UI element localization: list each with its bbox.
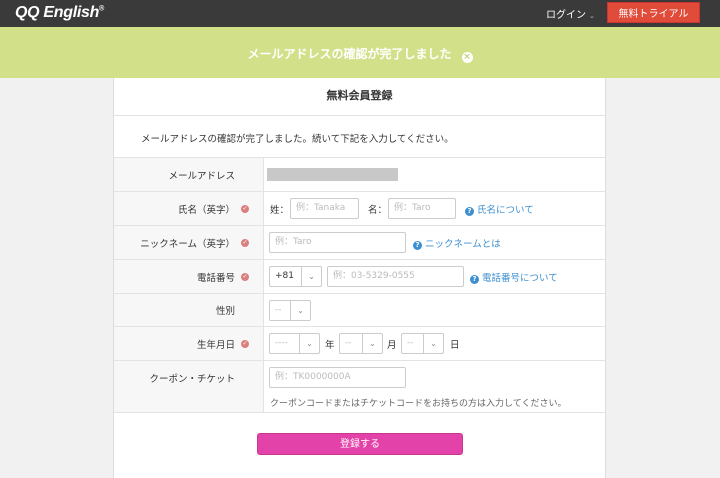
name-label-text: 氏名（英字） [177, 204, 235, 216]
name-help-link[interactable]: ? 氏名について [465, 202, 534, 216]
first-name-input[interactable]: 例：Taro [388, 198, 456, 219]
last-name-label: 姓： [270, 205, 290, 216]
registration-form: メールアドレス✓ 氏名（英字）✓ 姓： 例：Tanaka 名： 例：Taro ?… [114, 157, 605, 413]
name-help-text: 氏名について [477, 205, 534, 216]
gender-select[interactable]: -- ⌄ [269, 300, 311, 321]
page-title: 無料会員登録 [114, 78, 605, 116]
logo-registered-mark: ® [99, 5, 104, 13]
nickname-help-text: ニックネームとは [425, 239, 501, 250]
required-check-icon: ✓ [241, 339, 249, 348]
question-icon: ? [470, 275, 479, 284]
nickname-label-text: ニックネーム（英字） [140, 238, 235, 250]
first-name-label: 名： [368, 205, 388, 216]
coupon-input[interactable]: 例：TK0000000A [269, 367, 406, 388]
gender-label: 性別✓ [114, 294, 264, 326]
gender-select-value: -- [275, 305, 282, 315]
gender-label-text: 性別 [215, 306, 235, 317]
register-submit-button[interactable]: 登録する [257, 433, 463, 455]
registration-card: 無料会員登録 メールアドレスの確認が完了しました。続いて下記を入力してください。… [113, 78, 606, 478]
free-trial-button[interactable]: 無料トライアル [607, 2, 700, 23]
nickname-label: ニックネーム（英字） ✓ [114, 226, 264, 259]
banner-message: メールアドレスの確認が完了しました [247, 47, 452, 61]
email-row: メールアドレス✓ [114, 158, 605, 192]
nickname-value-cell: 例：Taro ? ニックネームとは [264, 226, 605, 259]
gender-value-cell: -- ⌄ [264, 294, 605, 326]
nickname-row: ニックネーム（英字） ✓ 例：Taro ? ニックネームとは [114, 226, 605, 260]
day-unit-label: 日 [450, 340, 460, 351]
coupon-note: クーポンコードまたはチケットコードをお持ちの方は入力してください。 [270, 399, 567, 409]
phone-label: 電話番号 ✓ [114, 260, 264, 293]
brand-logo[interactable]: QQ English® [15, 4, 104, 22]
phone-help-link[interactable]: ? 電話番号について [470, 270, 558, 284]
email-label: メールアドレス✓ [114, 158, 264, 191]
coupon-label: クーポン・チケット✓ [114, 361, 264, 412]
name-value-cell: 姓： 例：Tanaka 名： 例：Taro ? 氏名について [264, 192, 605, 225]
nickname-input[interactable]: 例：Taro [269, 232, 406, 253]
name-row: 氏名（英字） ✓ 姓： 例：Tanaka 名： 例：Taro ? 氏名について [114, 192, 605, 226]
required-check-icon: ✓ [241, 238, 249, 247]
login-menu[interactable]: ログイン ⌄ [546, 6, 595, 21]
gender-row: 性別✓ -- ⌄ [114, 294, 605, 327]
confirmation-banner: メールアドレスの確認が完了しました × [0, 27, 720, 78]
country-code-select[interactable]: +81 ⌄ [269, 266, 322, 287]
phone-label-text: 電話番号 [196, 272, 235, 284]
chevron-down-icon: ⌄ [301, 267, 321, 286]
chevron-down-icon: ⌄ [423, 334, 443, 353]
login-label: ログイン [546, 10, 586, 21]
email-label-text: メールアドレス [168, 170, 235, 182]
birthday-value-cell: ---- ⌄ 年 -- ⌄ 月 -- ⌄ 日 [264, 327, 605, 360]
question-icon: ? [413, 241, 422, 250]
coupon-label-text: クーポン・チケット [149, 374, 235, 385]
birth-day-select[interactable]: -- ⌄ [401, 333, 444, 354]
required-check-icon: ✓ [241, 272, 249, 281]
birth-month-value: -- [345, 338, 352, 348]
top-navbar: QQ English® ログイン ⌄ 無料トライアル [0, 0, 720, 27]
chevron-down-icon: ⌄ [290, 301, 310, 320]
name-label: 氏名（英字） ✓ [114, 192, 264, 225]
birthday-label: 生年月日 ✓ [114, 327, 264, 360]
birthday-row: 生年月日 ✓ ---- ⌄ 年 -- ⌄ 月 -- ⌄ 日 [114, 327, 605, 361]
chevron-down-icon: ⌄ [589, 12, 595, 20]
birth-day-value: -- [407, 338, 414, 348]
birth-year-value: ---- [275, 338, 288, 348]
chevron-down-icon: ⌄ [362, 334, 382, 353]
country-code-value: +81 [275, 271, 294, 281]
year-unit-label: 年 [325, 340, 335, 351]
phone-row: 電話番号 ✓ +81 ⌄ 例：03-5329-0555 ? 電話番号について [114, 260, 605, 294]
last-name-input[interactable]: 例：Tanaka [290, 198, 359, 219]
birth-year-select[interactable]: ---- ⌄ [269, 333, 320, 354]
phone-help-text: 電話番号について [482, 273, 558, 284]
question-icon: ? [465, 207, 474, 216]
close-icon[interactable]: × [461, 52, 473, 63]
birthday-label-text: 生年月日 [196, 339, 235, 351]
nickname-help-link[interactable]: ? ニックネームとは [413, 236, 501, 250]
required-check-icon: ✓ [241, 204, 249, 213]
banner-message-row: メールアドレスの確認が完了しました × [0, 45, 720, 63]
intro-text: メールアドレスの確認が完了しました。続いて下記を入力してください。 [141, 134, 454, 145]
coupon-value-cell: 例：TK0000000A クーポンコードまたはチケットコードをお持ちの方は入力し… [264, 361, 605, 412]
coupon-row: クーポン・チケット✓ 例：TK0000000A クーポンコードまたはチケットコー… [114, 361, 605, 413]
month-unit-label: 月 [387, 340, 397, 351]
chevron-down-icon: ⌄ [299, 334, 319, 353]
email-value-redacted [267, 168, 398, 181]
email-value-cell [264, 158, 605, 191]
phone-input[interactable]: 例：03-5329-0555 [327, 266, 464, 287]
logo-text: QQ English [15, 4, 100, 21]
birth-month-select[interactable]: -- ⌄ [339, 333, 383, 354]
phone-value-cell: +81 ⌄ 例：03-5329-0555 ? 電話番号について [264, 260, 605, 293]
